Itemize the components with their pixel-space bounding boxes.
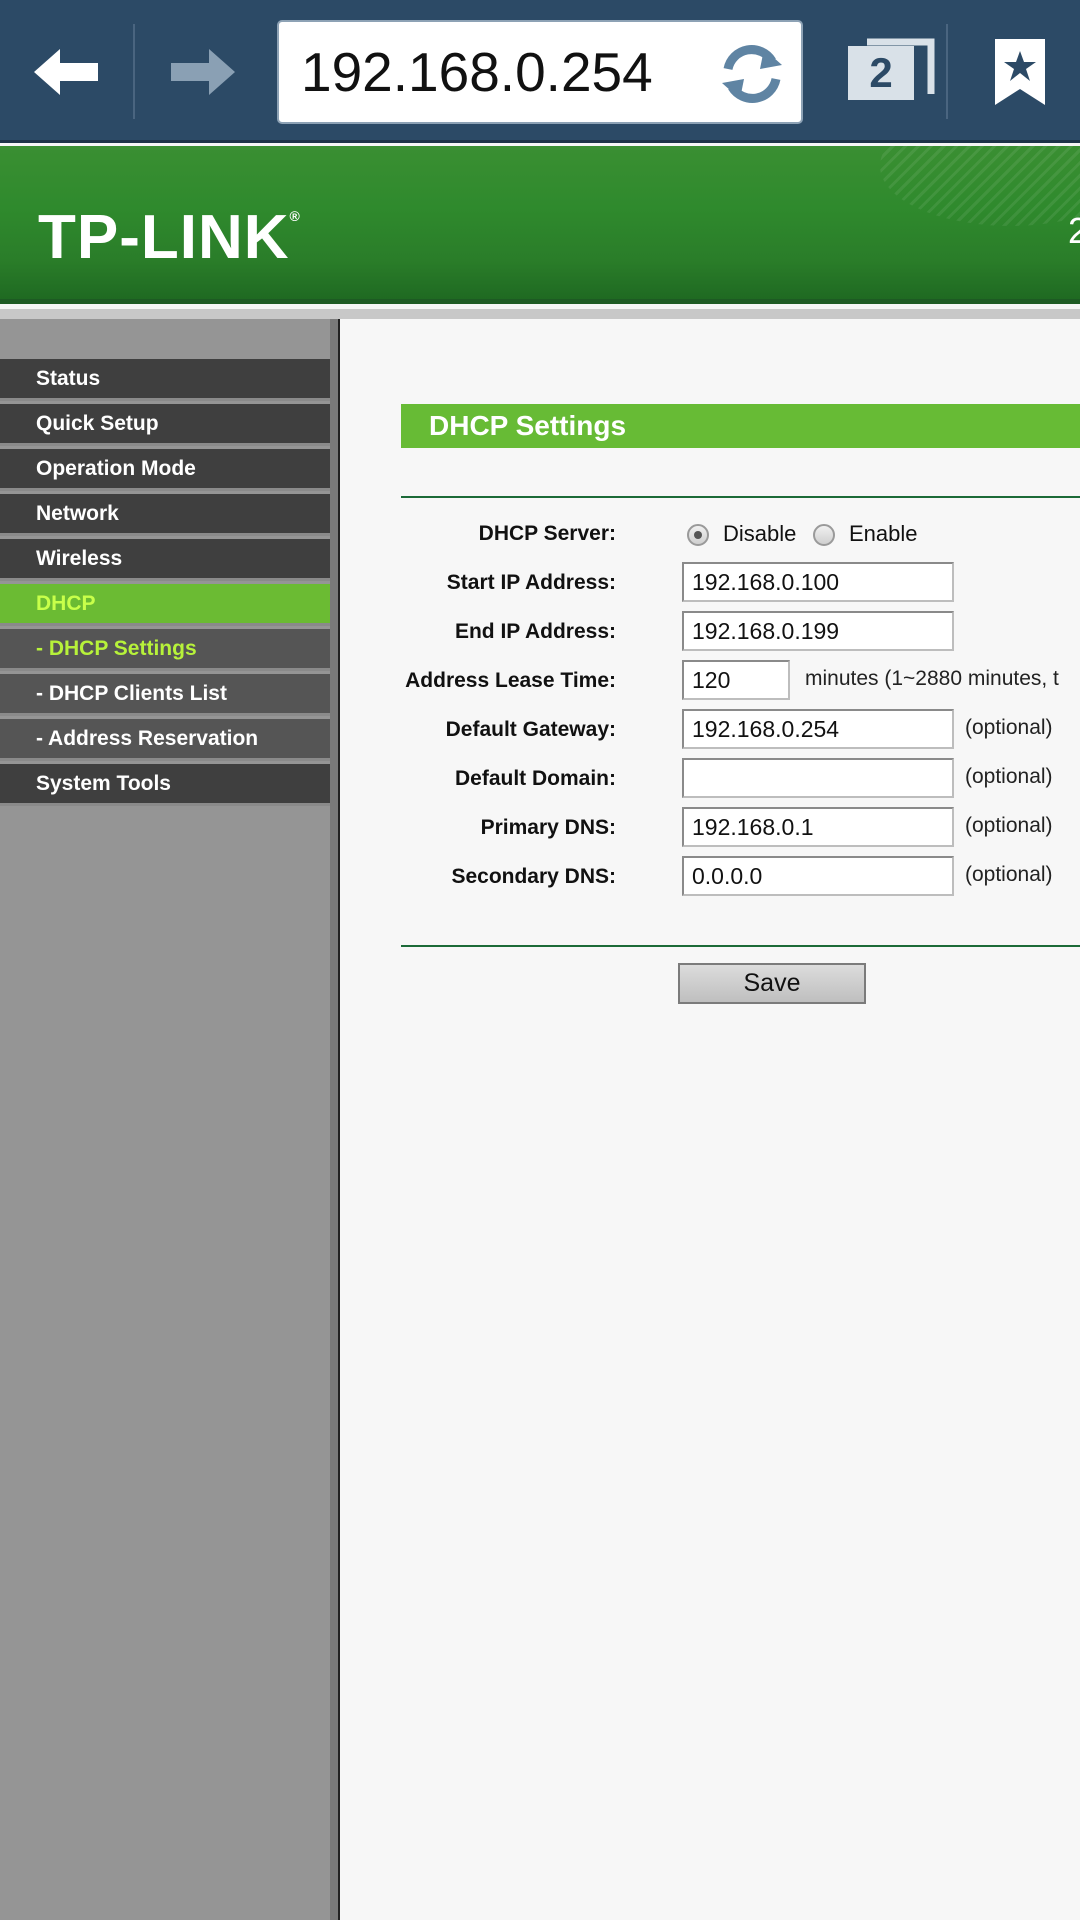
primary-dns-optional-hint: (optional) [965, 814, 1053, 837]
default-domain-label: Default Domain: [454, 767, 616, 790]
end-ip-label: End IP Address: [454, 620, 616, 643]
dhcp-enable-label[interactable]: Enable [849, 521, 918, 547]
domain-optional-hint: (optional) [965, 765, 1053, 788]
dhcp-server-label: DHCP Server: [478, 522, 616, 545]
section-title: DHCP Settings [401, 404, 1080, 448]
end-ip-field[interactable]: 192.168.0.199 [682, 611, 954, 651]
default-gateway-field[interactable]: 192.168.0.254 [682, 709, 954, 749]
start-ip-field[interactable]: 192.168.0.100 [682, 562, 954, 602]
bookmark-button[interactable] [960, 0, 1080, 143]
dhcp-enable-radio[interactable] [813, 524, 835, 546]
save-button[interactable]: Save [678, 963, 866, 1004]
section-rule-top [401, 496, 1080, 498]
sidebar-scrollbar[interactable] [330, 319, 338, 1920]
sidebar-item-system-tools[interactable]: System Tools [0, 764, 330, 806]
tp-link-logo: TP-LINK® [38, 203, 301, 272]
sidebar-item-quick-setup[interactable]: Quick Setup [0, 404, 330, 446]
toolbar-divider [946, 24, 948, 119]
sidebar-item-network[interactable]: Network [0, 494, 330, 536]
sidebar-item-dhcp-clients-list[interactable]: - DHCP Clients List [0, 674, 330, 716]
url-text[interactable]: 192.168.0.254 [301, 40, 653, 104]
back-button[interactable] [0, 0, 133, 143]
primary-dns-label: Primary DNS: [480, 816, 616, 839]
secondary-dns-field[interactable]: 0.0.0.0 [682, 856, 954, 896]
default-domain-field[interactable] [682, 758, 954, 798]
dhcp-disable-label[interactable]: Disable [723, 521, 796, 547]
header-clipped-text: 2 [1068, 210, 1080, 252]
sidebar-item-wireless[interactable]: Wireless [0, 539, 330, 581]
back-arrow-icon [33, 48, 98, 95]
tab-count[interactable]: 2 [848, 46, 914, 100]
url-bar[interactable]: 192.168.0.254 [277, 20, 803, 124]
sidebar-item-status[interactable]: Status [0, 359, 330, 401]
sidebar-item-dhcp-settings[interactable]: - DHCP Settings [0, 629, 330, 671]
default-gateway-label: Default Gateway: [445, 718, 616, 741]
forward-button[interactable] [135, 0, 268, 143]
brand-header: TP-LINK® 2 [0, 146, 1080, 304]
sidebar-item-dhcp[interactable]: DHCP [0, 584, 330, 626]
lease-time-label: Address Lease Time: [405, 669, 616, 692]
secondary-dns-optional-hint: (optional) [965, 863, 1053, 886]
dhcp-disable-radio[interactable] [687, 524, 709, 546]
sidebar-item-address-reservation[interactable]: - Address Reservation [0, 719, 330, 761]
gateway-optional-hint: (optional) [965, 716, 1053, 739]
content-panel [338, 319, 1080, 1920]
lease-time-hint: minutes (1~2880 minutes, t [805, 667, 1059, 690]
bookmark-star-icon [995, 38, 1045, 105]
reload-button[interactable] [713, 36, 791, 112]
reload-icon [722, 45, 782, 103]
section-rule-bottom [401, 945, 1080, 947]
start-ip-label: Start IP Address: [446, 571, 616, 594]
sidebar-item-operation-mode[interactable]: Operation Mode [0, 449, 330, 491]
browser-toolbar: 192.168.0.254 2 [0, 0, 1080, 143]
secondary-dns-label: Secondary DNS: [451, 865, 616, 888]
lease-time-field[interactable]: 120 [682, 660, 790, 700]
forward-arrow-icon [170, 48, 235, 95]
header-divider [0, 309, 1080, 319]
primary-dns-field[interactable]: 192.168.0.1 [682, 807, 954, 847]
